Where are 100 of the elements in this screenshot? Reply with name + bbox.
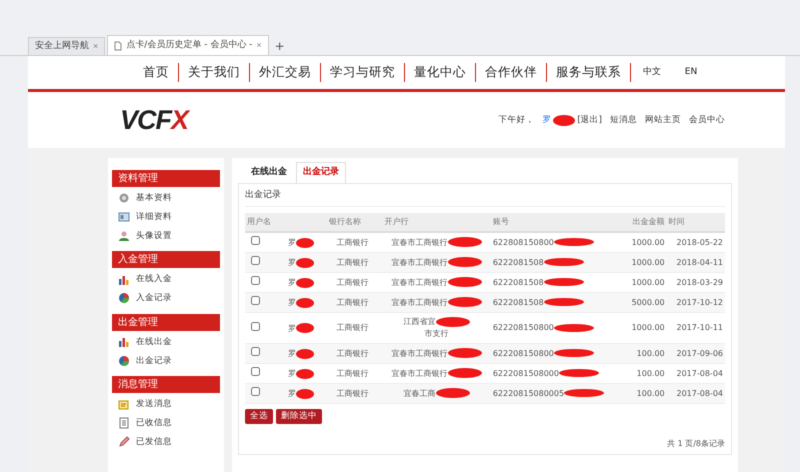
row-checkbox[interactable] — [251, 276, 260, 285]
redaction-mark — [296, 368, 314, 379]
logo: VCFX — [120, 106, 188, 134]
sidebar-item[interactable]: 在线出金 — [112, 332, 220, 352]
nav-link[interactable]: 服务与联系 — [546, 63, 631, 82]
account-text: 6222081508 — [492, 278, 544, 286]
close-icon[interactable]: × — [256, 38, 262, 52]
account-text: 6222081508 — [492, 258, 544, 266]
table-cell: 2018-04-11 — [666, 252, 725, 272]
branch-text: 宜春市工商银行 — [392, 278, 448, 286]
branch-text: 宜春市工商银行 — [392, 238, 448, 246]
table-cell: 工商银行 — [326, 292, 382, 312]
tab[interactable]: 在线出金 — [244, 162, 294, 182]
header-link[interactable]: 短消息 — [610, 114, 637, 126]
user-link[interactable]: 罗 — [542, 114, 552, 126]
column-header: 开户行 — [382, 213, 491, 232]
table-cell: 工商银行 — [326, 252, 382, 272]
section-header: 资料管理 — [112, 170, 220, 187]
sidebar-item[interactable]: 发送消息 — [112, 395, 220, 414]
header-link[interactable]: 网站主页 — [645, 114, 681, 126]
redaction-mark — [448, 277, 482, 288]
username-text: 罗 — [288, 369, 296, 378]
redaction-mark — [448, 348, 482, 358]
redaction-mark — [296, 298, 314, 308]
sidebar-item[interactable]: 出金记录 — [112, 352, 220, 370]
column-header: 用户名 — [245, 213, 327, 232]
sidebar-item[interactable]: 基本资料 — [112, 189, 220, 208]
column-header: 银行名称 — [326, 213, 382, 232]
section-header: 消息管理 — [112, 376, 220, 394]
redaction-mark — [554, 238, 594, 246]
redaction-mark — [554, 324, 594, 332]
row-checkbox[interactable] — [251, 322, 260, 330]
redaction-mark — [436, 388, 470, 398]
username-text: 罗 — [288, 389, 296, 398]
nav-link[interactable]: 学习与研究 — [320, 63, 405, 82]
pencil-icon — [118, 436, 130, 448]
nav-link[interactable]: 量化中心 — [404, 63, 476, 82]
sidebar-item[interactable]: 头像设置 — [112, 226, 220, 246]
sidebar-item[interactable]: 已发信息 — [112, 432, 220, 452]
sidebar-item[interactable]: 在线入金 — [112, 270, 220, 289]
branch-text: 宜春市工商银行 — [392, 348, 448, 358]
action-button[interactable]: 删除选中 — [276, 409, 322, 424]
table-cell: 2017-08-04 — [666, 384, 725, 404]
section-header: 入金管理 — [112, 251, 220, 268]
redaction-mark — [448, 257, 482, 268]
account-text: 62220815080005 — [492, 388, 564, 398]
document-icon — [118, 417, 130, 430]
language-link[interactable]: EN — [672, 66, 710, 80]
browser-tab[interactable]: 安全上网导航 × — [28, 37, 106, 55]
account-text: 6222081508 — [492, 298, 544, 306]
row-checkbox[interactable] — [251, 367, 260, 376]
tab[interactable]: 出金记录 — [296, 162, 346, 182]
redaction-mark — [296, 388, 314, 399]
note-icon — [118, 398, 130, 411]
sidebar-item[interactable]: 详细资料 — [112, 208, 220, 226]
sidebar-item[interactable]: 已收信息 — [112, 414, 220, 433]
sidebar-item[interactable]: 入金记录 — [112, 289, 220, 308]
logout-link[interactable]: [退出] — [577, 114, 602, 126]
language-link[interactable]: 中文 — [630, 66, 673, 80]
redaction-mark — [448, 297, 482, 308]
row-checkbox[interactable] — [251, 387, 260, 396]
account-text: 622208150800 — [492, 323, 554, 332]
pie-chart-icon — [118, 354, 130, 367]
row-checkbox[interactable] — [251, 256, 260, 265]
table-cell: 2017-09-06 — [666, 344, 725, 364]
branch-text: 江西省宜 — [404, 317, 436, 326]
redaction-mark — [544, 278, 584, 286]
redaction-mark — [564, 389, 604, 398]
pie-chart-icon — [118, 292, 130, 304]
branch-text: 宜春市工商银行 — [392, 298, 448, 306]
account-text: 622808150800 — [492, 238, 554, 246]
branch-text: 宜春工商 — [404, 388, 436, 398]
redaction-mark — [558, 369, 599, 378]
table-cell: 5000.00 — [624, 292, 667, 312]
username-text: 罗 — [288, 278, 296, 287]
table-cell: 工商银行 — [326, 344, 382, 364]
column-header: 账号 — [490, 213, 624, 232]
header-link[interactable]: 会员中心 — [689, 114, 725, 126]
greeting-text: 下午好， — [498, 114, 534, 126]
page-icon — [114, 40, 122, 50]
column-header: 时间 — [666, 213, 725, 232]
row-checkbox[interactable] — [251, 347, 260, 356]
row-checkbox[interactable] — [251, 296, 260, 305]
row-checkbox[interactable] — [251, 236, 260, 245]
redaction-mark — [544, 258, 584, 266]
redaction-mark — [296, 348, 314, 359]
action-button[interactable]: 全选 — [245, 409, 273, 424]
nav-link[interactable]: 关于我们 — [178, 63, 250, 82]
nav-link[interactable]: 合作伙伴 — [476, 63, 547, 82]
nav-link[interactable]: 外汇交易 — [250, 63, 321, 82]
redaction-mark — [554, 349, 594, 358]
new-tab-button[interactable]: + — [270, 37, 289, 55]
browser-tab[interactable]: 点卡/会员历史定单 - 会员中心 - × — [107, 35, 269, 55]
bar-chart-icon — [118, 274, 130, 286]
nav-link[interactable]: 首页 — [134, 63, 179, 82]
redaction-mark — [296, 258, 314, 268]
redaction-mark — [436, 316, 470, 327]
branch-text: 市支行 — [424, 329, 449, 338]
account-text: 6222081508000 — [492, 368, 559, 378]
table-cell: 1000.00 — [624, 252, 667, 272]
